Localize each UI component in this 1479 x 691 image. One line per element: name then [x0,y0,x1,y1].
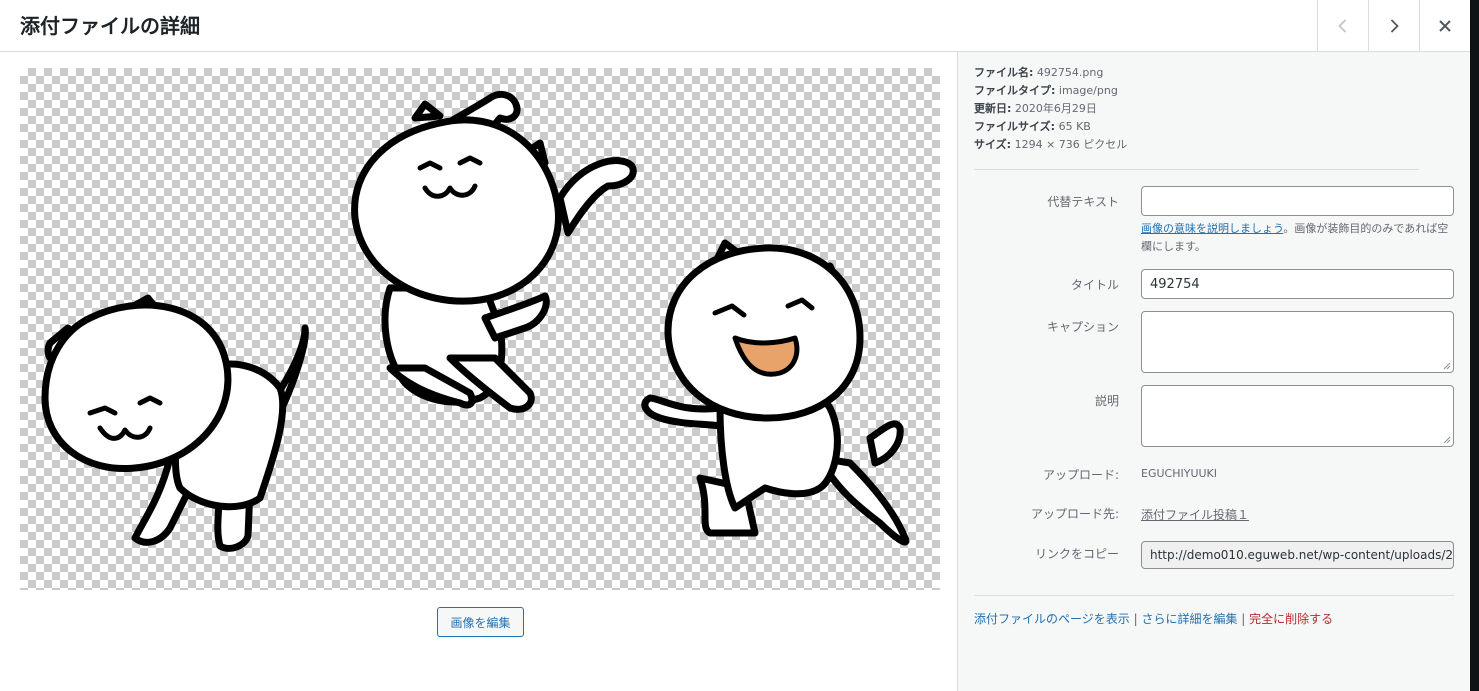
alt-text-input[interactable] [1141,186,1454,216]
divider [974,595,1454,596]
close-icon [1439,19,1451,32]
uploaded-to-link[interactable]: 添付ファイル投稿１ [1141,506,1249,523]
modal-title: 添付ファイルの詳細 [20,14,200,38]
divider [974,169,1419,170]
meta-uploaded-date: 更新日: 2020年6月29日 [974,102,1097,115]
edit-image-button[interactable]: 画像を編集 [437,607,524,637]
title-input-value: 492754 [1150,276,1200,292]
description-textarea[interactable] [1141,385,1454,447]
attachment-image [20,68,940,590]
delete-permanently-link[interactable]: 完全に削除する [1249,612,1333,626]
uploaded-to-label: アップロード先: [1030,507,1119,521]
close-modal-button[interactable] [1419,0,1470,51]
previous-attachment-button[interactable] [1317,0,1368,51]
attachment-preview: 画像を編集 [0,52,957,691]
meta-dimensions: サイズ: 1294 × 736 ピクセル [974,138,1128,151]
description-label: 説明 [1094,394,1119,408]
meta-file-name: ファイル名: 492754.png [974,66,1104,79]
resize-handle-icon[interactable] [1443,436,1451,444]
next-attachment-button[interactable] [1368,0,1419,51]
uploaded-by-value: EGUCHIYUUKI [1141,467,1218,480]
copy-link-value: http://demo010.eguweb.net/wp-content/upl… [1150,548,1454,562]
attachment-actions: 添付ファイルのページを表示 | さらに詳細を編集 | 完全に削除する [974,612,1334,626]
cat-illustration [41,90,910,552]
edit-more-details-link[interactable]: さらに詳細を編集 [1141,612,1237,626]
chevron-left-icon [1338,18,1347,33]
alt-text-label: 代替テキスト [1047,195,1119,209]
caption-label: キャプション [1046,320,1119,334]
attachment-details-sidebar: ファイル名: 492754.png ファイルタイプ: image/png 更新日… [957,52,1470,691]
file-metadata: ファイル名: 492754.png ファイルタイプ: image/png 更新日… [974,64,1127,154]
uploaded-by-label: アップロード: [1042,468,1119,482]
alt-text-description: 画像の意味を説明しましょう。画像が装飾目的のみであれば空欄にします。 [1141,222,1449,253]
modal-header: 添付ファイルの詳細 [0,0,1470,52]
page-scrollbar[interactable] [1470,0,1479,691]
copy-link-input[interactable]: http://demo010.eguweb.net/wp-content/upl… [1141,541,1454,569]
title-input[interactable]: 492754 [1141,269,1454,299]
chevron-right-icon [1390,18,1399,33]
caption-textarea[interactable] [1141,311,1454,373]
copy-link-label: リンクをコピー [1034,547,1119,561]
attachment-details-modal: 添付ファイルの詳細 画像を編集 ファイル名: 492754.png ファイルタイ… [0,0,1470,691]
view-attachment-page-link[interactable]: 添付ファイルのページを表示 [974,612,1130,626]
meta-file-size: ファイルサイズ: 65 KB [974,120,1091,133]
alt-text-help-link[interactable]: 画像の意味を説明しましょう [1141,222,1283,235]
resize-handle-icon[interactable] [1443,362,1451,370]
title-label: タイトル [1070,278,1119,292]
meta-file-type: ファイルタイプ: image/png [974,84,1118,97]
